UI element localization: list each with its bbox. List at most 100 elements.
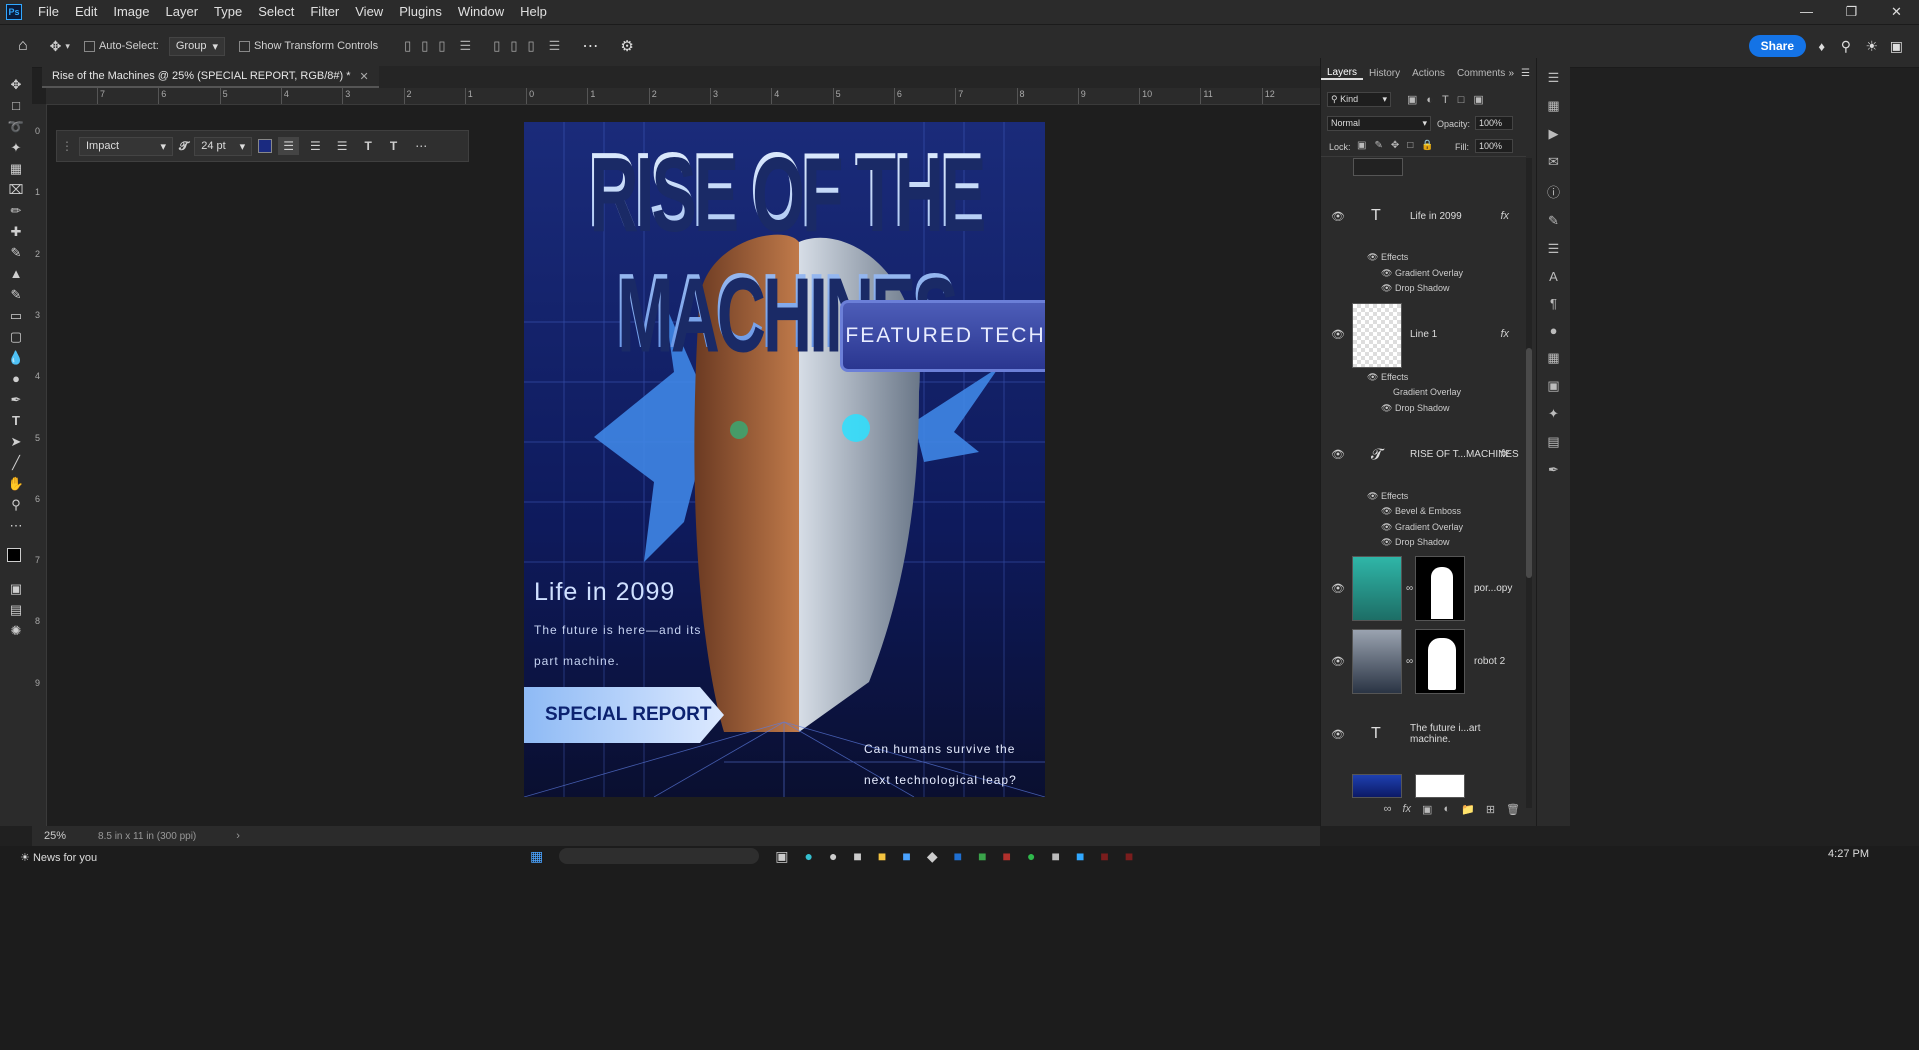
photoshop-taskbar-icon[interactable]: ■: [1076, 848, 1084, 865]
fx-icon[interactable]: fx: [1402, 803, 1411, 815]
distribute-icon[interactable]: ☰: [460, 38, 472, 54]
visibility-eye-icon[interactable]: 👁: [1381, 522, 1392, 532]
effects-row[interactable]: 👁 Effects: [1367, 252, 1408, 263]
visibility-eye-icon[interactable]: 👁: [1381, 506, 1392, 516]
search-icon[interactable]: ⚲: [1841, 38, 1851, 55]
text-color-swatch[interactable]: [258, 139, 273, 153]
layer-filter-type-icons[interactable]: ▣◐T□▣: [1407, 93, 1493, 106]
eraser-tool-icon[interactable]: ▭: [0, 305, 32, 326]
visibility-eye-icon[interactable]: 👁: [1331, 328, 1345, 341]
visibility-eye-icon[interactable]: 👁: [1381, 403, 1392, 413]
app-icon[interactable]: ●: [829, 848, 837, 865]
close-tab-icon[interactable]: ✕: [360, 70, 369, 83]
menu-layer[interactable]: Layer: [158, 0, 207, 24]
visibility-eye-icon[interactable]: 👁: [1367, 252, 1378, 262]
layer-thumbnail[interactable]: [1352, 774, 1402, 798]
effect-gradient-overlay[interactable]: 👁 Gradient Overlay: [1381, 268, 1463, 279]
visibility-eye-icon[interactable]: 👁: [1331, 448, 1345, 461]
windows-start-icon[interactable]: ▦: [530, 848, 543, 865]
tab-history[interactable]: History: [1363, 68, 1406, 79]
generative-icon[interactable]: ✺: [0, 620, 32, 641]
swatches-icon[interactable]: ▦: [1547, 350, 1559, 366]
distribute-vertical-icon[interactable]: ☰: [549, 38, 561, 54]
brush-settings-icon[interactable]: ✎: [1548, 213, 1559, 229]
type-tool-icon[interactable]: T: [0, 410, 32, 431]
history-brush-tool-icon[interactable]: ✎: [0, 284, 32, 305]
effects-row[interactable]: 👁 Effects: [1367, 372, 1408, 383]
add-mask-icon[interactable]: ▣: [1422, 803, 1432, 816]
collapse-panel-icon[interactable]: »: [1508, 68, 1514, 79]
fill-input[interactable]: 100%: [1475, 139, 1513, 153]
layer-row-life-in-2099[interactable]: 👁 T Life in 2099 fx: [1321, 196, 1521, 236]
tab-layers[interactable]: Layers: [1321, 67, 1364, 80]
zoom-tool-icon[interactable]: ⚲: [0, 494, 32, 515]
workspace-icon[interactable]: ▣: [1890, 38, 1903, 55]
fx-icon[interactable]: fx: [1500, 448, 1509, 460]
photoshop-logo-icon[interactable]: Ps: [6, 4, 22, 20]
healing-brush-tool-icon[interactable]: ✚: [0, 221, 32, 242]
visibility-eye-icon[interactable]: 👁: [1331, 210, 1345, 223]
pen-tool-icon[interactable]: ✒: [0, 389, 32, 410]
tab-comments[interactable]: Comments: [1451, 68, 1511, 79]
info-icon[interactable]: ⓘ: [1547, 182, 1560, 201]
more-options-icon[interactable]: ⋯: [409, 137, 433, 155]
path-selection-tool-icon[interactable]: ➤: [0, 431, 32, 452]
effect-drop-shadow[interactable]: 👁 Drop Shadow: [1381, 283, 1450, 294]
navigator-icon[interactable]: ▤: [1547, 434, 1559, 450]
gear-icon[interactable]: ⚙: [620, 37, 633, 55]
poster-artboard[interactable]: RISE OF THE MACHINES FEATURED TECH Life …: [524, 122, 1045, 797]
layer-row-line-1[interactable]: 👁 Line 1 fx: [1321, 314, 1521, 354]
share-button[interactable]: Share: [1748, 35, 1806, 57]
restore-icon[interactable]: ❐: [1829, 0, 1874, 24]
warp-text-icon[interactable]: T: [359, 137, 378, 155]
transform-controls-checkbox[interactable]: Show Transform Controls: [238, 40, 378, 52]
dodge-tool-icon[interactable]: ●: [0, 368, 32, 389]
libraries-icon[interactable]: ▦: [1547, 98, 1559, 114]
app-icon[interactable]: ◆: [927, 848, 938, 865]
zoom-level[interactable]: 25%: [44, 830, 66, 842]
fx-icon[interactable]: fx: [1500, 210, 1509, 222]
gradient-tool-icon[interactable]: ▢: [0, 326, 32, 347]
effects-row[interactable]: 👁 Effects: [1367, 491, 1408, 502]
visibility-eye-icon[interactable]: 👁: [1367, 491, 1378, 501]
font-family-dropdown[interactable]: Impact ▾: [79, 136, 173, 156]
menu-help[interactable]: Help: [512, 0, 555, 24]
more-options-icon[interactable]: ⋯: [582, 36, 598, 56]
auto-select-checkbox[interactable]: Auto-Select:: [83, 40, 159, 52]
app-icon[interactable]: ■: [978, 848, 986, 865]
effect-gradient-overlay[interactable]: Gradient Overlay: [1393, 387, 1461, 397]
menu-type[interactable]: Type: [206, 0, 250, 24]
brush-tool-icon[interactable]: ✎: [0, 242, 32, 263]
fx-icon[interactable]: fx: [1500, 328, 1509, 340]
visibility-eye-icon[interactable]: 👁: [1331, 728, 1345, 741]
foreground-color-swatch[interactable]: [7, 548, 21, 562]
app-icon[interactable]: ■: [1051, 848, 1059, 865]
menu-filter[interactable]: Filter: [302, 0, 347, 24]
lock-icons[interactable]: ▣✎✥□🔒: [1357, 140, 1442, 151]
align-vertical-centers-icon[interactable]: ▯: [510, 38, 517, 54]
lasso-tool-icon[interactable]: ➰: [0, 116, 32, 137]
align-center-text-icon[interactable]: ☰: [305, 137, 326, 155]
layer-mask-thumbnail[interactable]: [1415, 774, 1465, 798]
blend-mode-dropdown[interactable]: Normal ▾: [1327, 116, 1431, 131]
tab-actions[interactable]: Actions: [1406, 68, 1451, 79]
link-layers-icon[interactable]: ∞: [1384, 803, 1392, 815]
frame-tool-icon[interactable]: ⌧: [0, 179, 32, 200]
screen-mode-icon[interactable]: ▤: [0, 599, 32, 620]
marquee-tool-icon[interactable]: □: [0, 95, 32, 116]
move-tool-icon[interactable]: ✥: [0, 74, 32, 95]
minimize-icon[interactable]: —: [1784, 0, 1829, 24]
visibility-eye-icon[interactable]: 👁: [1381, 283, 1392, 293]
channels-icon[interactable]: ▣: [1547, 378, 1559, 394]
crop-tool-icon[interactable]: ▦: [0, 158, 32, 179]
layers-panel-icon[interactable]: ☰: [1548, 70, 1560, 86]
align-top-edges-icon[interactable]: ▯: [493, 38, 500, 54]
menu-file[interactable]: File: [30, 0, 67, 24]
effect-drop-shadow[interactable]: 👁 Drop Shadow: [1381, 537, 1450, 548]
chevron-down-icon[interactable]: ▾: [65, 41, 70, 52]
layer-row-future-text[interactable]: 👁 T The future i...art machine.: [1321, 714, 1521, 754]
drag-handle-icon[interactable]: ⋮: [61, 139, 73, 153]
bell-icon[interactable]: ♦: [1818, 39, 1825, 54]
layer-row-robot-2[interactable]: 👁 robot 2: [1321, 641, 1521, 681]
color-swatches[interactable]: [0, 536, 32, 578]
